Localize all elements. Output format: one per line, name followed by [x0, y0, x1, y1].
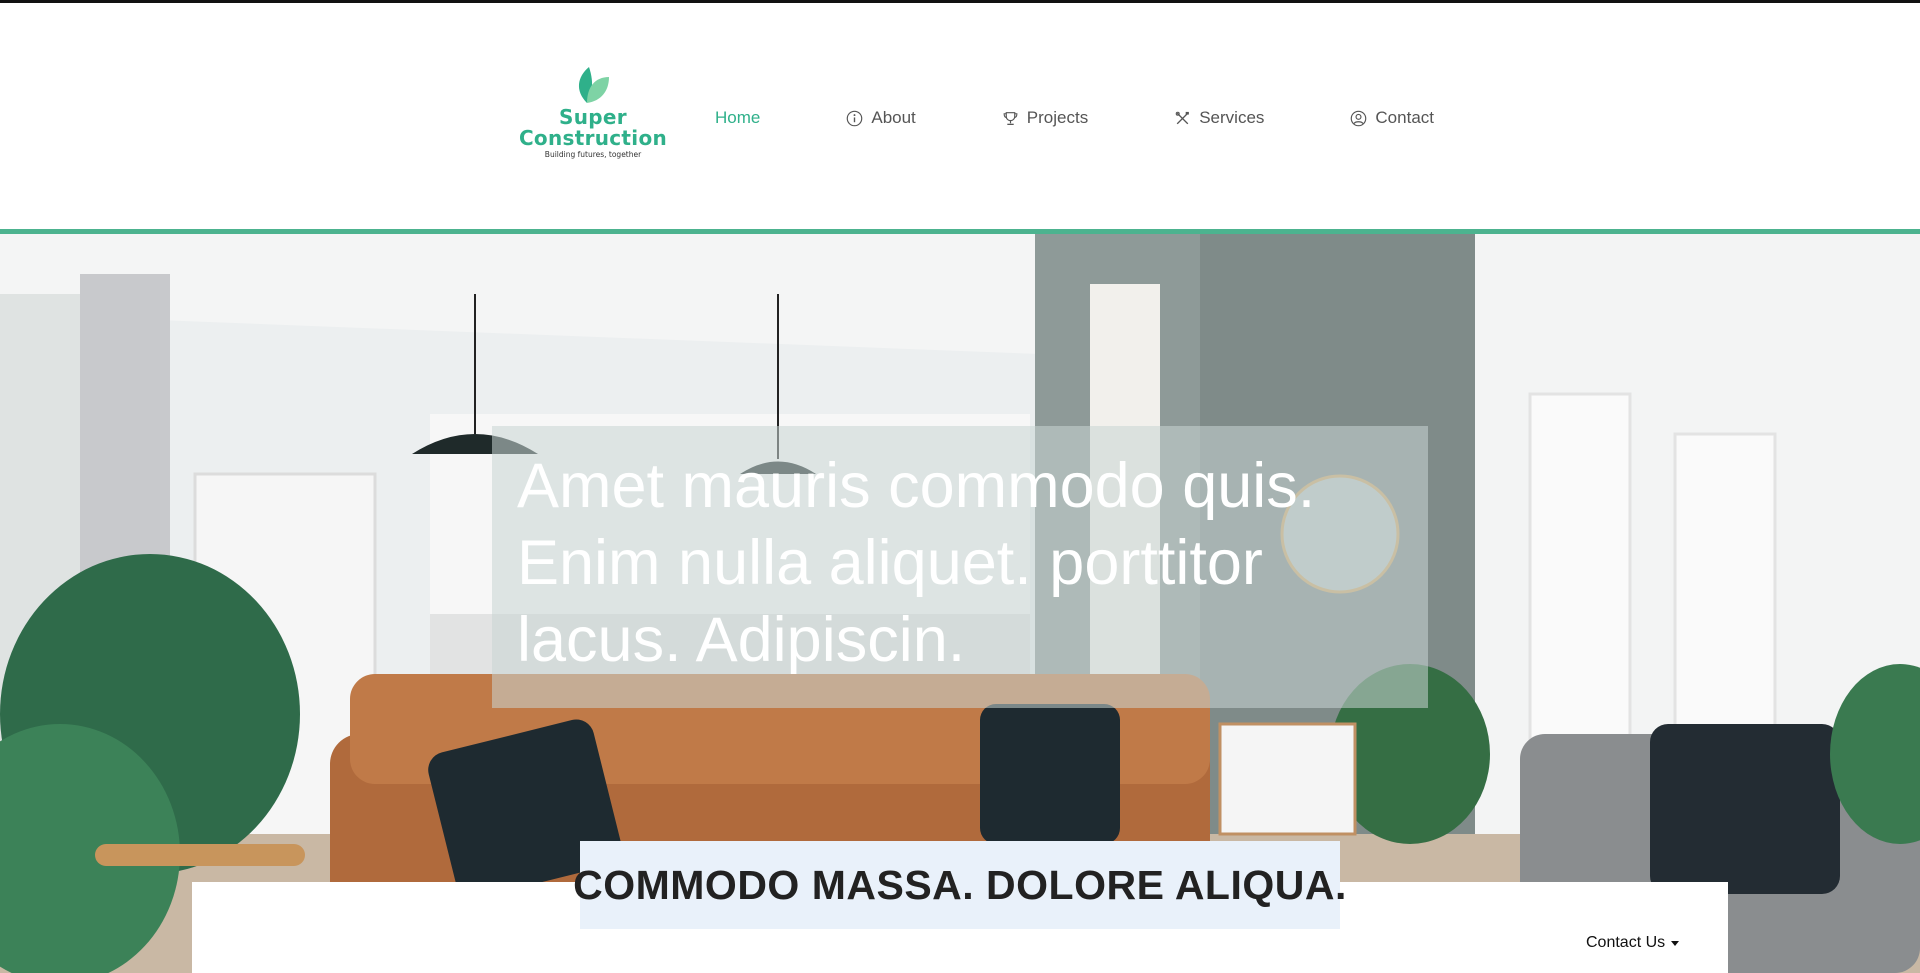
nav-item-about[interactable]: About: [846, 108, 916, 128]
site-header: Super Construction Building futures, tog…: [0, 3, 1920, 229]
nav-item-home[interactable]: Home: [715, 108, 760, 128]
nav-item-label: Home: [715, 108, 761, 127]
nav-item-label: About: [871, 108, 916, 127]
brand-name-line1: Super: [559, 105, 627, 129]
leaf-logo-icon: [578, 67, 609, 103]
hero-subheadline-box: COMMODO MASSA. DOLORE ALIQUA.: [573, 841, 1346, 929]
trophy-icon: [1003, 111, 1018, 125]
nav-item-label: Projects: [1026, 108, 1089, 127]
user-circle-icon: [1351, 110, 1367, 126]
brand-tagline: Building futures, together: [544, 150, 642, 159]
hero-headline-panel: Amet mauris commodo quis. Enim nulla ali…: [492, 426, 1428, 708]
nav-item-services[interactable]: Services: [1174, 108, 1264, 128]
caret-down-icon: [1671, 940, 1680, 946]
hero-subheadline: COMMODO MASSA. DOLORE ALIQUA.: [573, 861, 1347, 908]
nav-item-label: Services: [1199, 108, 1265, 127]
contact-us-label: Contact Us: [1586, 934, 1666, 951]
info-icon: [847, 110, 863, 126]
nav-item-projects[interactable]: Projects: [1002, 108, 1088, 128]
main-nav: Home About Projects Services Contact: [715, 105, 1434, 131]
brand-logo[interactable]: Super Construction Building futures, tog…: [518, 65, 668, 175]
nav-item-label: Contact: [1375, 108, 1434, 127]
hero-headline: Amet mauris commodo quis. Enim nulla ali…: [517, 451, 1316, 675]
brand-name-line2: Construction: [518, 126, 668, 150]
contact-us-dropdown[interactable]: Contact Us: [1586, 934, 1680, 952]
nav-item-contact[interactable]: Contact: [1350, 108, 1434, 128]
tools-icon: [1175, 111, 1190, 124]
